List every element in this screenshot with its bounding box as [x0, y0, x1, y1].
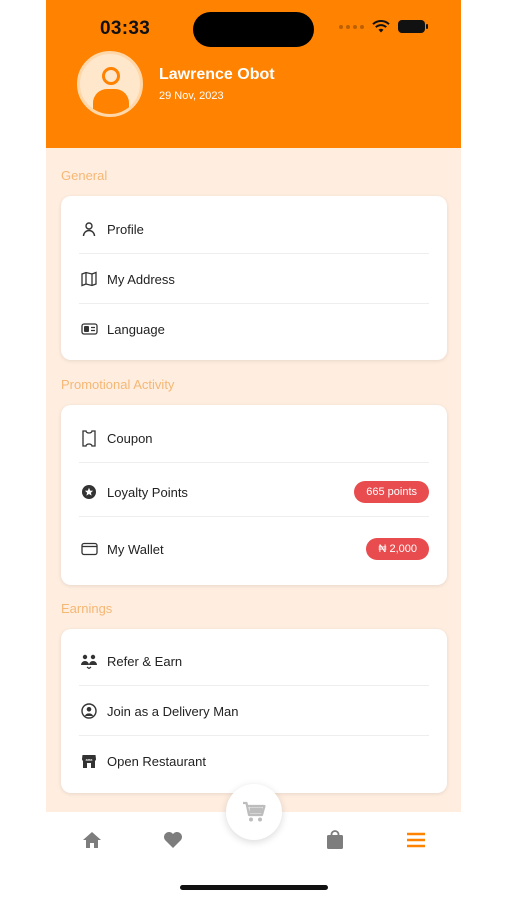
- menu-item-my-wallet[interactable]: My Wallet ₦ 2,000: [79, 524, 429, 574]
- cart-button[interactable]: [226, 784, 282, 840]
- menu-item-language[interactable]: Language: [79, 304, 429, 354]
- section-title-promotional: Promotional Activity: [61, 377, 175, 392]
- menu-item-join-delivery-man[interactable]: Join as a Delivery Man: [79, 686, 429, 736]
- status-time: 03:33: [100, 18, 151, 39]
- promotional-card: Coupon Loyalty Points 665 points My Wall…: [61, 405, 447, 585]
- points-badge: 665 points: [354, 481, 429, 503]
- menu-item-label: Refer & Earn: [107, 653, 183, 669]
- people-icon: [79, 651, 99, 671]
- menu-icon[interactable]: [404, 828, 428, 852]
- menu-item-label: My Address: [107, 271, 175, 287]
- menu-item-refer-and-earn[interactable]: Refer & Earn: [79, 636, 429, 686]
- user-name: Lawrence Obot: [159, 66, 275, 83]
- wallet-icon: [79, 539, 99, 559]
- cart-icon: [243, 801, 266, 822]
- earnings-card: Refer & Earn Join as a Delivery Man Open…: [61, 629, 447, 793]
- section-title-general: General: [61, 168, 108, 183]
- menu-item-label: My Wallet: [107, 541, 164, 557]
- menu-item-label: Language: [107, 321, 165, 337]
- menu-item-label: Coupon: [107, 430, 153, 446]
- home-icon[interactable]: [80, 828, 104, 852]
- menu-item-label: Loyalty Points: [107, 484, 188, 500]
- user-date: 29 Nov, 2023: [159, 90, 224, 102]
- star-badge-icon: [79, 482, 99, 502]
- menu-item-label: Join as a Delivery Man: [107, 703, 239, 719]
- section-title-earnings: Earnings: [61, 601, 113, 616]
- store-icon: [79, 751, 99, 771]
- map-icon: [79, 269, 99, 289]
- menu-screen: 03:33 Lawrence Obot 29 Nov, 2023 General…: [46, 0, 461, 900]
- bag-icon[interactable]: [323, 828, 347, 852]
- language-icon: [79, 319, 99, 339]
- heart-icon[interactable]: [161, 828, 185, 852]
- menu-item-coupon[interactable]: Coupon: [79, 413, 429, 463]
- signal-icon: [339, 24, 364, 29]
- menu-item-my-address[interactable]: My Address: [79, 254, 429, 304]
- coupon-icon: [79, 428, 99, 448]
- menu-item-label: Profile: [107, 221, 144, 237]
- menu-item-label: Open Restaurant: [107, 753, 207, 769]
- menu-item-profile[interactable]: Profile: [79, 204, 429, 254]
- profile-header: 03:33 Lawrence Obot 29 Nov, 2023: [46, 0, 461, 148]
- dynamic-island: [193, 12, 314, 47]
- home-indicator[interactable]: [180, 885, 328, 890]
- avatar[interactable]: [77, 51, 143, 117]
- status-icons: [339, 20, 428, 33]
- battery-icon: [398, 20, 428, 33]
- general-card: Profile My Address Language: [61, 196, 447, 360]
- person-icon: [79, 219, 99, 239]
- menu-item-open-restaurant[interactable]: Open Restaurant: [79, 736, 429, 786]
- wallet-balance-badge: ₦ 2,000: [366, 538, 429, 560]
- menu-item-loyalty-points[interactable]: Loyalty Points 665 points: [79, 467, 429, 517]
- wifi-icon: [372, 20, 390, 33]
- delivery-man-icon: [79, 701, 99, 721]
